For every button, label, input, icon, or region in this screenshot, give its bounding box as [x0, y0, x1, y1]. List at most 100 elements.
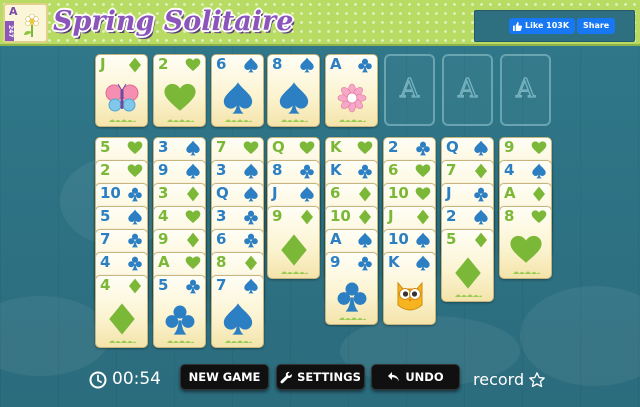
card-rank: 10	[330, 207, 351, 225]
heart-suit-large-icon	[509, 235, 542, 263]
card-rank: 5	[446, 230, 457, 248]
tableau-card[interactable]: 5	[441, 229, 494, 302]
grass-decoration	[109, 340, 136, 343]
new-game-label: NEW GAME	[188, 370, 261, 384]
settings-button[interactable]: SETTINGS	[276, 364, 365, 390]
foundation-slot[interactable]: A	[384, 54, 435, 126]
heart-suit-icon	[127, 164, 143, 177]
diamond-suit-icon	[129, 278, 141, 294]
club-suit-large-icon	[165, 305, 194, 335]
card-rank: 3	[216, 161, 227, 179]
heart-suit-icon	[415, 187, 431, 200]
club-suit-icon	[244, 210, 258, 225]
tableau-card[interactable]: 9	[267, 206, 320, 279]
social-bar: Like 103K Share	[474, 10, 635, 42]
undo-button[interactable]: UNDO	[371, 364, 460, 390]
diamond-suit-icon	[475, 232, 487, 248]
spade-suit-icon	[300, 186, 314, 202]
spade-suit-icon	[244, 57, 258, 73]
grass-decoration	[281, 119, 308, 122]
grass-decoration	[339, 317, 366, 320]
card-rank: J	[446, 184, 452, 202]
like-count: Like 103K	[525, 21, 570, 30]
heart-suit-icon	[185, 58, 201, 71]
free-cell-card[interactable]: 6	[211, 54, 264, 127]
grass-decoration	[225, 340, 252, 343]
logo-card[interactable]: A 247	[3, 3, 48, 43]
spade-suit-icon	[532, 163, 546, 179]
card-rank: 8	[272, 55, 283, 73]
grass-decoration	[109, 119, 136, 122]
foundation-slot-label: A	[457, 73, 477, 104]
game-title: Spring Solitaire	[53, 6, 294, 37]
card-rank: Q	[216, 184, 229, 202]
card-rank: 2	[100, 161, 111, 179]
diamond-suit-large-icon	[108, 303, 135, 335]
foundation-slot[interactable]: A	[442, 54, 493, 126]
logo-card-rank: A	[9, 5, 18, 18]
club-suit-icon	[300, 164, 314, 179]
card-rank: 9	[158, 230, 169, 248]
owl-icon	[397, 281, 422, 311]
card-rank: K	[330, 138, 342, 156]
card-rank: 5	[158, 276, 169, 294]
clock-icon	[89, 371, 107, 389]
card-rank: A	[330, 55, 342, 73]
heart-suit-large-icon	[163, 83, 196, 111]
diamond-suit-icon	[129, 57, 141, 73]
diamond-suit-icon	[187, 186, 199, 202]
club-suit-icon	[358, 58, 372, 73]
card-rank: J	[100, 55, 106, 73]
spade-suit-icon	[416, 232, 430, 248]
heart-suit-icon	[243, 141, 259, 154]
card-rank: 6	[330, 184, 341, 202]
tableau-card[interactable]: 8	[499, 206, 552, 279]
heart-suit-icon	[299, 141, 315, 154]
free-cell-card[interactable]: 2	[153, 54, 206, 127]
card-rank: K	[330, 161, 342, 179]
settings-label: SETTINGS	[297, 370, 361, 384]
club-suit-icon	[474, 187, 488, 202]
card-rank: 6	[216, 230, 227, 248]
card-rank: 6	[216, 55, 227, 73]
spade-suit-icon	[358, 232, 372, 248]
tableau-card[interactable]: 9	[325, 252, 378, 325]
spade-suit-large-icon	[223, 303, 252, 335]
spade-suit-large-icon	[279, 82, 308, 114]
grass-decoration	[167, 119, 194, 122]
club-suit-icon	[128, 233, 142, 248]
free-cell-card[interactable]: J	[95, 54, 148, 127]
new-game-button[interactable]: NEW GAME	[180, 364, 269, 390]
foundation-slot-label: A	[399, 73, 419, 104]
tableau-card[interactable]: K	[383, 252, 436, 325]
foundation-card[interactable]: A	[325, 54, 378, 127]
spade-suit-large-icon	[223, 82, 252, 114]
foundation-slot[interactable]: A	[500, 54, 551, 126]
undo-arrow-icon	[388, 371, 400, 381]
cloud-decoration	[0, 296, 110, 376]
grass-decoration	[225, 119, 252, 122]
heart-suit-icon	[531, 210, 547, 223]
heart-suit-icon	[127, 141, 143, 154]
tableau-card[interactable]: 5	[153, 275, 206, 348]
record-display[interactable]: record	[473, 370, 546, 389]
grass-decoration	[281, 271, 308, 274]
facebook-share-button[interactable]: Share	[577, 18, 616, 34]
facebook-like-button[interactable]: Like 103K	[509, 18, 576, 34]
logo-card-band: 247	[5, 21, 14, 41]
tableau-card[interactable]: 4	[95, 275, 148, 348]
diamond-suit-icon	[245, 255, 257, 271]
spade-suit-icon	[474, 140, 488, 156]
card-rank: 5	[100, 207, 111, 225]
star-icon	[529, 371, 545, 387]
tableau-card[interactable]: 7	[211, 275, 264, 348]
card-rank: 5	[100, 138, 111, 156]
card-rank: 6	[388, 161, 399, 179]
spade-suit-icon	[186, 140, 200, 156]
card-rank: 3	[158, 184, 169, 202]
free-cell-card[interactable]: 8	[267, 54, 320, 127]
flower-icon	[337, 83, 366, 113]
card-rank: 8	[504, 207, 515, 225]
club-suit-large-icon	[337, 282, 366, 312]
diamond-suit-icon	[417, 209, 429, 225]
